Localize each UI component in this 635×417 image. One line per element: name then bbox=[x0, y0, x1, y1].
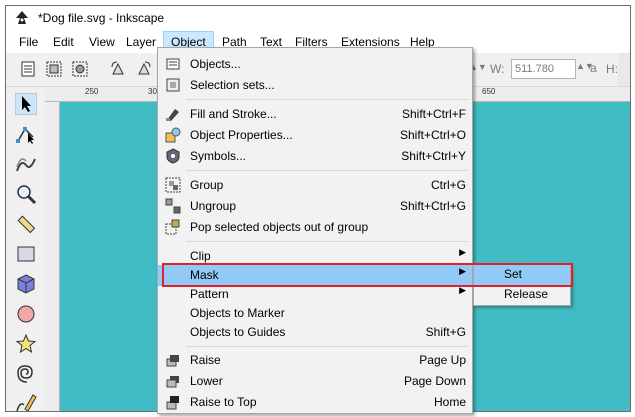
lower-icon bbox=[166, 376, 179, 388]
group-icon bbox=[165, 177, 181, 193]
star-tool-icon[interactable] bbox=[15, 333, 37, 355]
menu-item-selection-sets[interactable]: Selection sets... bbox=[158, 75, 472, 96]
measure-tool-icon[interactable] bbox=[15, 213, 37, 235]
menu-item-raise[interactable]: Raise Page Up bbox=[158, 350, 472, 371]
vertical-ruler bbox=[45, 102, 60, 411]
menu-item-fill-and-stroke[interactable]: Fill and Stroke... Shift+Ctrl+F bbox=[158, 104, 472, 125]
width-label: W: bbox=[490, 62, 505, 76]
window-title: *Dog file.svg - Inkscape bbox=[38, 11, 165, 25]
objects-icon bbox=[166, 58, 180, 70]
menu-item-lower[interactable]: Lower Page Down bbox=[158, 371, 472, 392]
rotate-cw-icon[interactable] bbox=[136, 61, 152, 77]
menu-item-symbols[interactable]: Symbols... Shift+Ctrl+Y bbox=[158, 146, 472, 167]
menu-item-group[interactable]: Group Ctrl+G bbox=[158, 175, 472, 196]
object-properties-icon bbox=[165, 127, 181, 143]
menu-separator bbox=[186, 346, 468, 347]
highlight-annotation bbox=[162, 263, 573, 287]
menu-item-objects[interactable]: Objects... bbox=[158, 54, 472, 75]
menu-item-objects-to-guides[interactable]: Objects to Guides Shift+G bbox=[158, 322, 472, 343]
menu-item-raise-to-top[interactable]: Raise to Top Home bbox=[158, 392, 472, 413]
toolbar-scroll bbox=[618, 53, 630, 86]
deselect-icon[interactable] bbox=[72, 61, 88, 77]
rectangle-tool-icon[interactable] bbox=[15, 243, 37, 265]
ellipse-tool-icon[interactable] bbox=[15, 303, 37, 325]
menu-item-ungroup[interactable]: Ungroup Shift+Ctrl+G bbox=[158, 196, 472, 217]
lock-ratio-icon[interactable]: a bbox=[590, 61, 597, 75]
select-in-all-layers-icon[interactable] bbox=[46, 61, 62, 77]
menu-separator bbox=[186, 241, 468, 242]
tool-box bbox=[6, 87, 44, 411]
title-bar: *Dog file.svg - Inkscape bbox=[6, 6, 630, 31]
submenu-item-release[interactable]: Release bbox=[474, 285, 570, 305]
symbols-icon bbox=[166, 148, 180, 164]
select-all-icon[interactable] bbox=[20, 61, 36, 77]
menu-view[interactable]: View bbox=[82, 31, 122, 53]
tweak-tool-icon[interactable] bbox=[15, 153, 37, 175]
menu-separator bbox=[186, 170, 468, 171]
inkscape-logo-icon bbox=[16, 11, 28, 24]
raise-top-icon bbox=[166, 396, 179, 410]
menu-item-objects-to-marker[interactable]: Objects to Marker bbox=[158, 303, 472, 324]
spiral-tool-icon[interactable] bbox=[15, 363, 37, 385]
menu-edit[interactable]: Edit bbox=[46, 31, 81, 53]
pop-out-icon bbox=[165, 219, 180, 235]
submenu-arrow-icon: ▶ bbox=[459, 247, 466, 257]
selection-sets-icon bbox=[166, 78, 180, 92]
pencil-tool-icon[interactable] bbox=[15, 391, 37, 412]
rotate-ccw-icon[interactable] bbox=[110, 61, 126, 77]
object-menu-dropdown: Objects... Selection sets... Fill and St… bbox=[157, 47, 473, 414]
fill-stroke-icon bbox=[166, 109, 179, 121]
3d-box-tool-icon[interactable] bbox=[15, 273, 37, 295]
ungroup-icon bbox=[165, 198, 181, 214]
menu-item-pattern[interactable]: Pattern ▶ bbox=[158, 284, 472, 305]
width-field: W: 511.780 ▲▼ a bbox=[486, 59, 604, 79]
width-input[interactable]: 511.780 bbox=[511, 59, 576, 79]
menu-item-object-properties[interactable]: Object Properties... Shift+Ctrl+O bbox=[158, 125, 472, 146]
height-label: H: bbox=[606, 62, 618, 76]
ruler-mark: 250 bbox=[85, 87, 99, 96]
selector-tool-icon[interactable] bbox=[15, 93, 37, 115]
menu-separator bbox=[186, 99, 468, 100]
node-tool-icon[interactable] bbox=[15, 123, 37, 145]
zoom-tool-icon[interactable] bbox=[15, 183, 37, 205]
ruler-mark: 650 bbox=[482, 87, 496, 96]
menu-item-pop-out-of-group[interactable]: Pop selected objects out of group bbox=[158, 217, 472, 238]
raise-icon bbox=[166, 355, 179, 367]
menu-file[interactable]: File bbox=[12, 31, 45, 53]
